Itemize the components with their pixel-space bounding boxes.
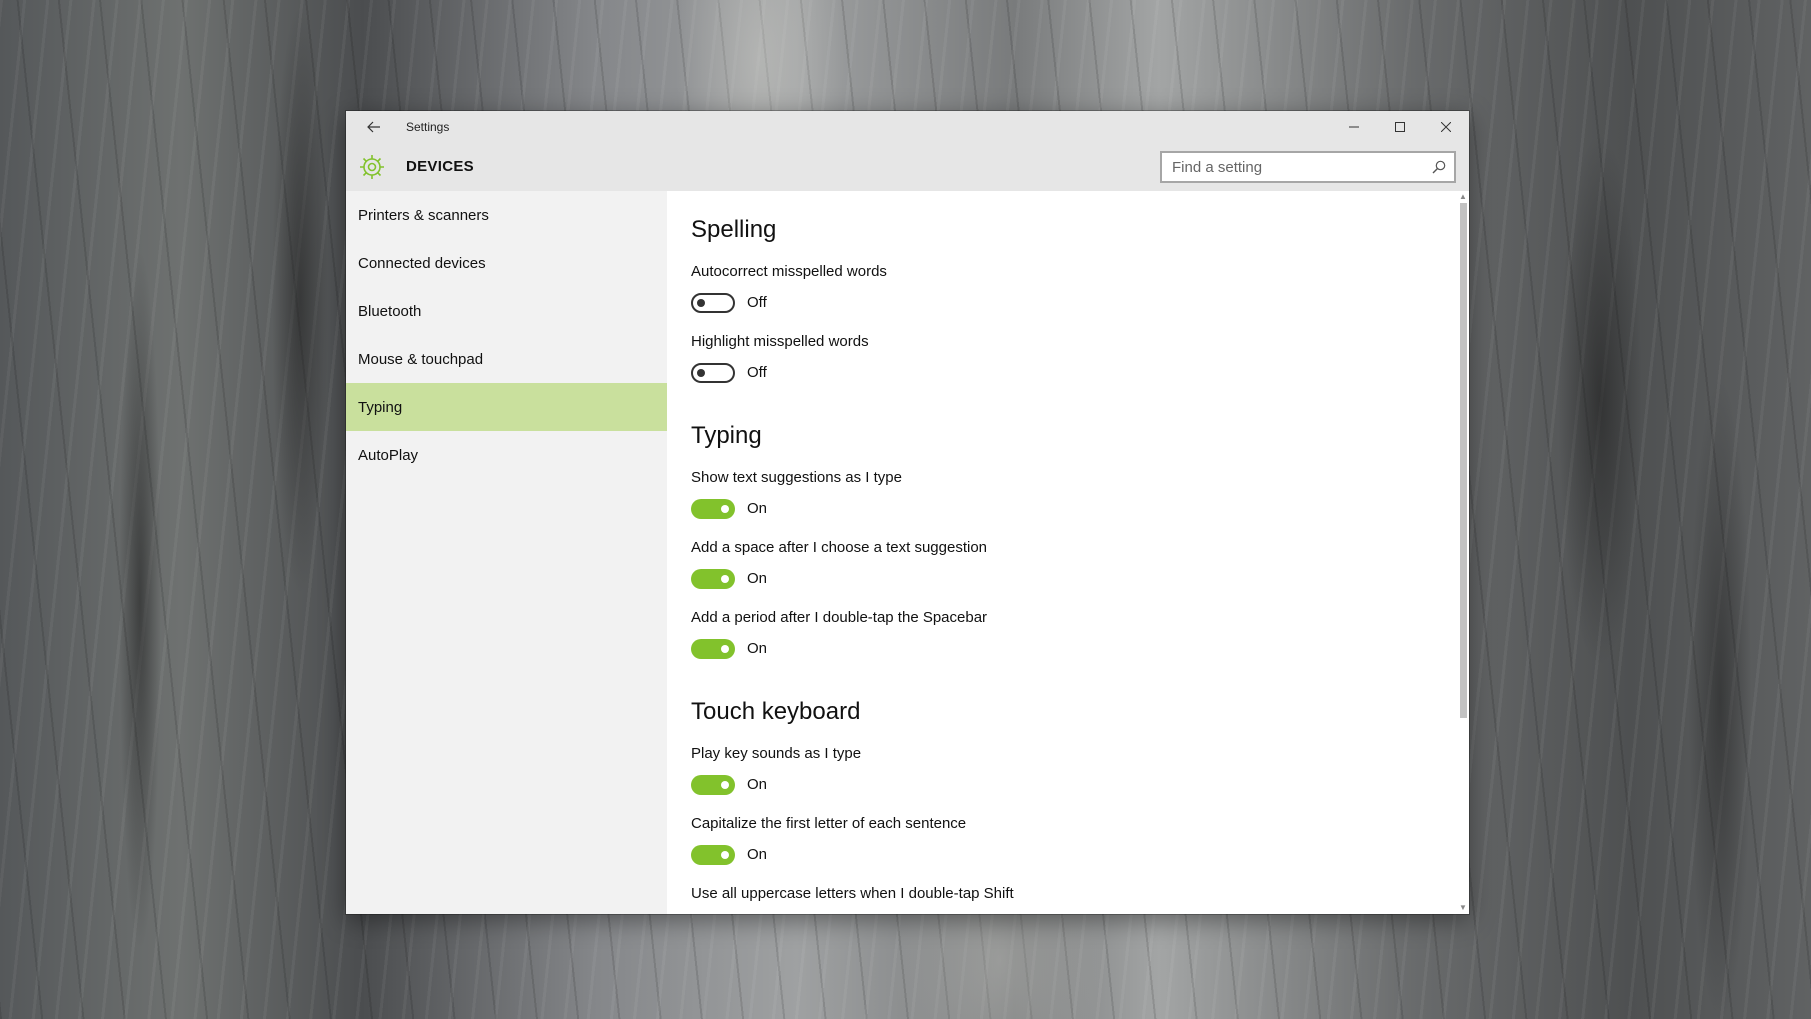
scroll-thumb[interactable]: [1460, 203, 1467, 718]
sidebar-nav: Printers & scanners Connected devices Bl…: [346, 191, 667, 914]
sidebar-item-mouse-touchpad[interactable]: Mouse & touchpad: [346, 335, 667, 383]
scroll-up-icon[interactable]: ▲: [1459, 193, 1467, 201]
toggle-knob: [721, 645, 729, 653]
window-title: Settings: [406, 120, 450, 134]
autocorrect-toggle[interactable]: [691, 293, 735, 313]
highlight-state: Off: [747, 364, 767, 381]
sidebar-item-bluetooth[interactable]: Bluetooth: [346, 287, 667, 335]
toggle-knob: [721, 851, 729, 859]
setting-label-key-sounds: Play key sounds as I type: [691, 745, 862, 762]
capitalize-state: On: [747, 846, 768, 863]
sidebar-item-typing[interactable]: Typing: [346, 383, 667, 431]
setting-label-add-space: Add a space after I choose a text sugges…: [691, 539, 988, 556]
settings-window: Settings DEVICES Find a setting Printers…: [346, 111, 1469, 914]
page-header: DEVICES: [346, 143, 1469, 191]
key-sounds-toggle[interactable]: [691, 775, 735, 795]
scroll-down-icon[interactable]: ▼: [1459, 904, 1467, 912]
page-title: DEVICES: [406, 158, 474, 175]
sidebar-item-label: Mouse & touchpad: [358, 350, 484, 368]
back-arrow-icon: [367, 121, 380, 133]
add-period-state: On: [747, 640, 768, 657]
text-suggestions-state: On: [747, 500, 768, 517]
setting-label-highlight: Highlight misspelled words: [691, 333, 869, 350]
text-suggestions-toggle[interactable]: [691, 499, 735, 519]
minimize-icon: [1349, 126, 1359, 128]
key-sounds-state: On: [747, 776, 768, 793]
title-bar: Settings: [346, 111, 1469, 143]
setting-label-text-suggestions: Show text suggestions as I type: [691, 469, 902, 486]
minimize-button[interactable]: [1331, 111, 1377, 143]
add-space-toggle[interactable]: [691, 569, 735, 589]
sidebar-item-connected-devices[interactable]: Connected devices: [346, 239, 667, 287]
add-period-toggle[interactable]: [691, 639, 735, 659]
toggle-knob: [721, 575, 729, 583]
add-space-state: On: [747, 570, 768, 587]
toggle-knob: [697, 299, 705, 307]
maximize-button[interactable]: [1377, 111, 1423, 143]
gear-icon: [360, 155, 384, 179]
settings-content: Spelling Autocorrect misspelled words Of…: [667, 191, 1457, 914]
search-icon[interactable]: [1432, 160, 1446, 174]
content-scrollbar[interactable]: ▲ ▼: [1457, 191, 1469, 914]
setting-label-uppercase: Use all uppercase letters when I double-…: [691, 885, 1014, 902]
autocorrect-state: Off: [747, 294, 767, 311]
sidebar-item-label: AutoPlay: [358, 446, 419, 464]
search-box[interactable]: [1160, 151, 1456, 183]
sidebar-item-label: Connected devices: [358, 254, 486, 272]
sidebar-item-label: Typing: [358, 398, 403, 416]
toggle-knob: [697, 369, 705, 377]
group-title-touch-keyboard: Touch keyboard: [691, 698, 861, 725]
group-title-typing: Typing: [691, 422, 762, 449]
sidebar-item-label: Printers & scanners: [358, 206, 489, 224]
sidebar-item-label: Bluetooth: [358, 302, 422, 320]
setting-label-capitalize: Capitalize the first letter of each sent…: [691, 815, 967, 832]
maximize-icon: [1395, 122, 1405, 132]
close-icon: [1441, 122, 1451, 132]
setting-label-add-period: Add a period after I double-tap the Spac…: [691, 609, 988, 626]
toggle-knob: [721, 505, 729, 513]
group-title-spelling: Spelling: [691, 216, 777, 243]
setting-label-autocorrect: Autocorrect misspelled words: [691, 263, 887, 280]
back-button[interactable]: [354, 111, 394, 143]
capitalize-toggle[interactable]: [691, 845, 735, 865]
toggle-knob: [721, 781, 729, 789]
highlight-toggle[interactable]: [691, 363, 735, 383]
search-input[interactable]: [1172, 153, 1422, 181]
sidebar-item-printers-scanners[interactable]: Printers & scanners: [346, 191, 667, 239]
sidebar-item-autoplay[interactable]: AutoPlay: [346, 431, 667, 479]
close-button[interactable]: [1423, 111, 1469, 143]
